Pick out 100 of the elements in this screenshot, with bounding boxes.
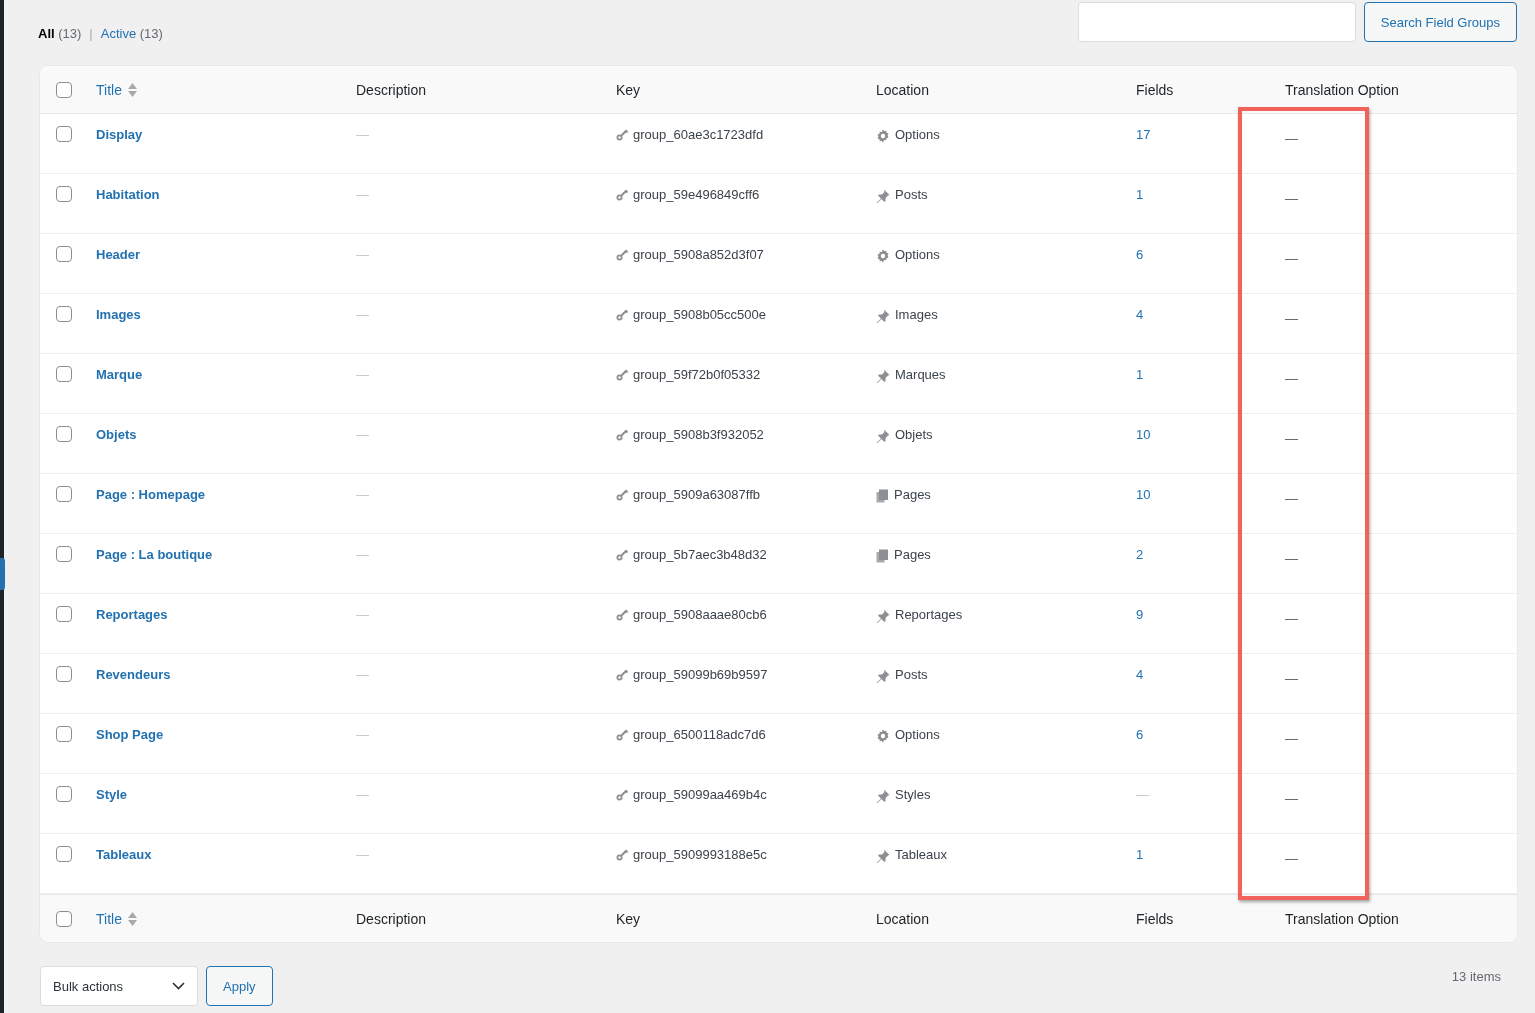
location-cell: Pages xyxy=(894,487,931,502)
description-cell: — xyxy=(356,727,369,742)
column-header: Description xyxy=(356,81,427,98)
description-cell: — xyxy=(356,187,369,202)
key-cell: group_59e496849cff6 xyxy=(633,187,760,202)
translation-cell-text: — xyxy=(1285,250,1298,266)
field-group-title[interactable]: Images xyxy=(96,307,141,322)
search-field[interactable] xyxy=(1077,2,1356,42)
field-group-title[interactable]: Page : La boutique xyxy=(96,547,213,562)
field-group-title[interactable]: Shop Page xyxy=(96,727,164,742)
description-cell: — xyxy=(356,667,369,682)
column-header: Location xyxy=(876,910,929,927)
collapse-tab[interactable] xyxy=(0,558,5,590)
translation-cell-text: — xyxy=(1285,850,1298,866)
field-group-title[interactable]: Objets xyxy=(96,427,137,442)
field-group-title[interactable]: Style xyxy=(96,787,128,802)
key-icon xyxy=(616,549,628,561)
description-cell: — xyxy=(356,307,369,322)
description-cell: — xyxy=(356,607,369,622)
fields-count-link[interactable]: 10 xyxy=(1136,487,1151,502)
translation-cell-text: — xyxy=(1285,610,1298,626)
key-cell: group_59099aa469b4c xyxy=(633,787,767,802)
pin-icon xyxy=(876,669,890,683)
column-header: Translation Option xyxy=(1285,910,1399,927)
key-cell: group_59099b69b9597 xyxy=(633,667,768,682)
row-checkbox[interactable] xyxy=(56,306,72,322)
fields-count-link[interactable]: 6 xyxy=(1136,247,1144,262)
pin-icon xyxy=(876,189,890,203)
column-header: Location xyxy=(876,81,929,98)
translation-cell-text: — xyxy=(1285,670,1298,686)
select-all-checkbox[interactable] xyxy=(56,81,72,98)
fields-count-link[interactable]: 4 xyxy=(1136,307,1144,322)
row-checkbox[interactable] xyxy=(56,846,72,862)
item-count: 13 items xyxy=(1451,969,1501,984)
location-cell: Images xyxy=(895,307,938,322)
filter-link[interactable]: All (13) xyxy=(38,25,82,41)
location-cell: Posts xyxy=(895,187,928,202)
description-cell: — xyxy=(356,487,369,502)
field-group-title[interactable]: Tableaux xyxy=(96,847,152,862)
location-cell: Styles xyxy=(895,787,931,802)
field-group-title[interactable]: Page : Homepage xyxy=(96,487,206,502)
key-cell: group_5908b05cc500e xyxy=(633,307,766,322)
sort-icon[interactable] xyxy=(127,911,137,926)
field-group-title[interactable]: Reportages xyxy=(96,607,168,622)
row-checkbox[interactable] xyxy=(56,486,72,502)
fields-count-link[interactable]: 9 xyxy=(1136,607,1144,622)
fields-count-link[interactable]: 10 xyxy=(1136,427,1151,442)
pin-icon xyxy=(876,429,890,443)
field-group-title[interactable]: Header xyxy=(96,247,141,262)
translation-cell-text: — xyxy=(1285,310,1298,326)
fields-count-link[interactable]: 1 xyxy=(1136,847,1144,862)
sort-icon[interactable] xyxy=(127,82,137,97)
fields-count: — xyxy=(1136,787,1149,802)
fields-count-link[interactable]: 1 xyxy=(1136,367,1144,382)
description-cell: — xyxy=(356,127,369,142)
filter-link[interactable]: Active (13) xyxy=(100,25,163,41)
row-checkbox[interactable] xyxy=(56,366,72,382)
key-icon xyxy=(616,429,628,441)
row-checkbox[interactable] xyxy=(56,546,72,562)
gear-icon xyxy=(876,729,890,743)
key-cell: group_60ae3c1723dfd xyxy=(633,127,764,142)
location-cell: Options xyxy=(895,127,940,142)
gear-icon xyxy=(876,249,890,263)
bulk-actions-dropdown[interactable]: Bulk actions xyxy=(40,966,198,1006)
fields-count-link[interactable]: 6 xyxy=(1136,727,1144,742)
key-icon xyxy=(616,849,628,861)
key-icon xyxy=(616,669,628,681)
location-cell: Objets xyxy=(895,427,933,442)
field-group-title[interactable]: Revendeurs xyxy=(96,667,171,682)
pages-icon xyxy=(876,489,889,503)
column-header: Fields xyxy=(1136,81,1174,98)
fields-count-link[interactable]: 1 xyxy=(1136,187,1144,202)
row-checkbox[interactable] xyxy=(56,126,72,142)
fields-count-link[interactable]: 17 xyxy=(1136,127,1151,142)
apply-button[interactable]: Apply xyxy=(206,966,273,1006)
translation-cell-text: — xyxy=(1285,430,1298,446)
key-cell: group_5909a63087ffb xyxy=(633,487,760,502)
description-cell: — xyxy=(356,427,369,442)
description-cell: — xyxy=(356,367,369,382)
fields-count-link[interactable]: 4 xyxy=(1136,667,1144,682)
row-checkbox[interactable] xyxy=(56,246,72,262)
translation-cell-text: — xyxy=(1285,730,1298,746)
fields-count-link[interactable]: 2 xyxy=(1136,547,1144,562)
row-checkbox[interactable] xyxy=(56,186,72,202)
field-group-title[interactable]: Habitation xyxy=(96,187,160,202)
row-checkbox[interactable] xyxy=(56,606,72,622)
field-group-title[interactable]: Display xyxy=(96,127,143,142)
pin-icon xyxy=(876,309,890,323)
row-checkbox[interactable] xyxy=(56,426,72,442)
key-cell: group_59f72b0f05332 xyxy=(633,367,761,382)
row-checkbox[interactable] xyxy=(56,666,72,682)
row-checkbox[interactable] xyxy=(56,726,72,742)
search-button[interactable]: Search Field Groups xyxy=(1363,2,1517,42)
translation-cell-text: — xyxy=(1285,550,1298,566)
key-icon xyxy=(616,369,628,381)
column-header[interactable]: Title xyxy=(96,910,122,927)
row-checkbox[interactable] xyxy=(56,786,72,802)
field-group-title[interactable]: Marque xyxy=(96,367,143,382)
select-all-checkbox[interactable] xyxy=(56,910,72,927)
column-header[interactable]: Title xyxy=(96,81,122,98)
